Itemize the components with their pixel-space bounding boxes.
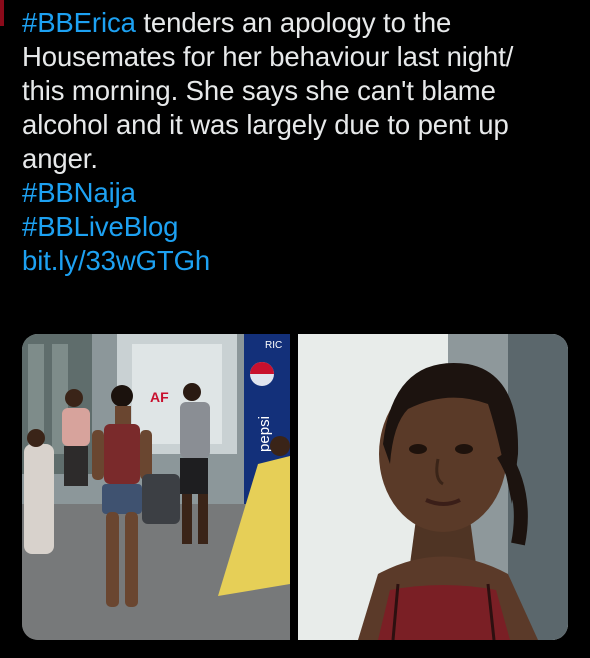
left-edge-accent xyxy=(0,0,4,26)
tweet-line-5: anger. xyxy=(22,143,98,174)
tweet-text: #BBErica tenders an apology to the House… xyxy=(22,6,582,278)
tweet-line-1: #BBErica tenders an apology to the xyxy=(22,6,582,40)
svg-text:AF: AF xyxy=(150,389,169,405)
hashtag-bberica[interactable]: #BBErica xyxy=(22,7,136,38)
tweet-line-4: alcohol and it was largely due to pent u… xyxy=(22,109,509,140)
photo-erica-closeup[interactable] xyxy=(298,334,568,640)
photo-housemates[interactable]: AF pepsi RIC xyxy=(22,334,290,640)
top-sign-text: RIC xyxy=(265,340,282,351)
hashtag-bbliveblog[interactable]: #BBLiveBlog xyxy=(22,210,582,244)
hashtag-bbnaija[interactable]: #BBNaija xyxy=(22,176,582,210)
tweet-link[interactable]: bit.ly/33wGTGh xyxy=(22,244,582,278)
tweet-media: AF pepsi RIC xyxy=(22,334,568,640)
tweet-line-1-text: tenders an apology to the xyxy=(135,7,452,38)
tweet-line-2: Housemates for her behaviour last night/ xyxy=(22,41,514,72)
tweet-line-3: this morning. She says she can't blame xyxy=(22,75,496,106)
